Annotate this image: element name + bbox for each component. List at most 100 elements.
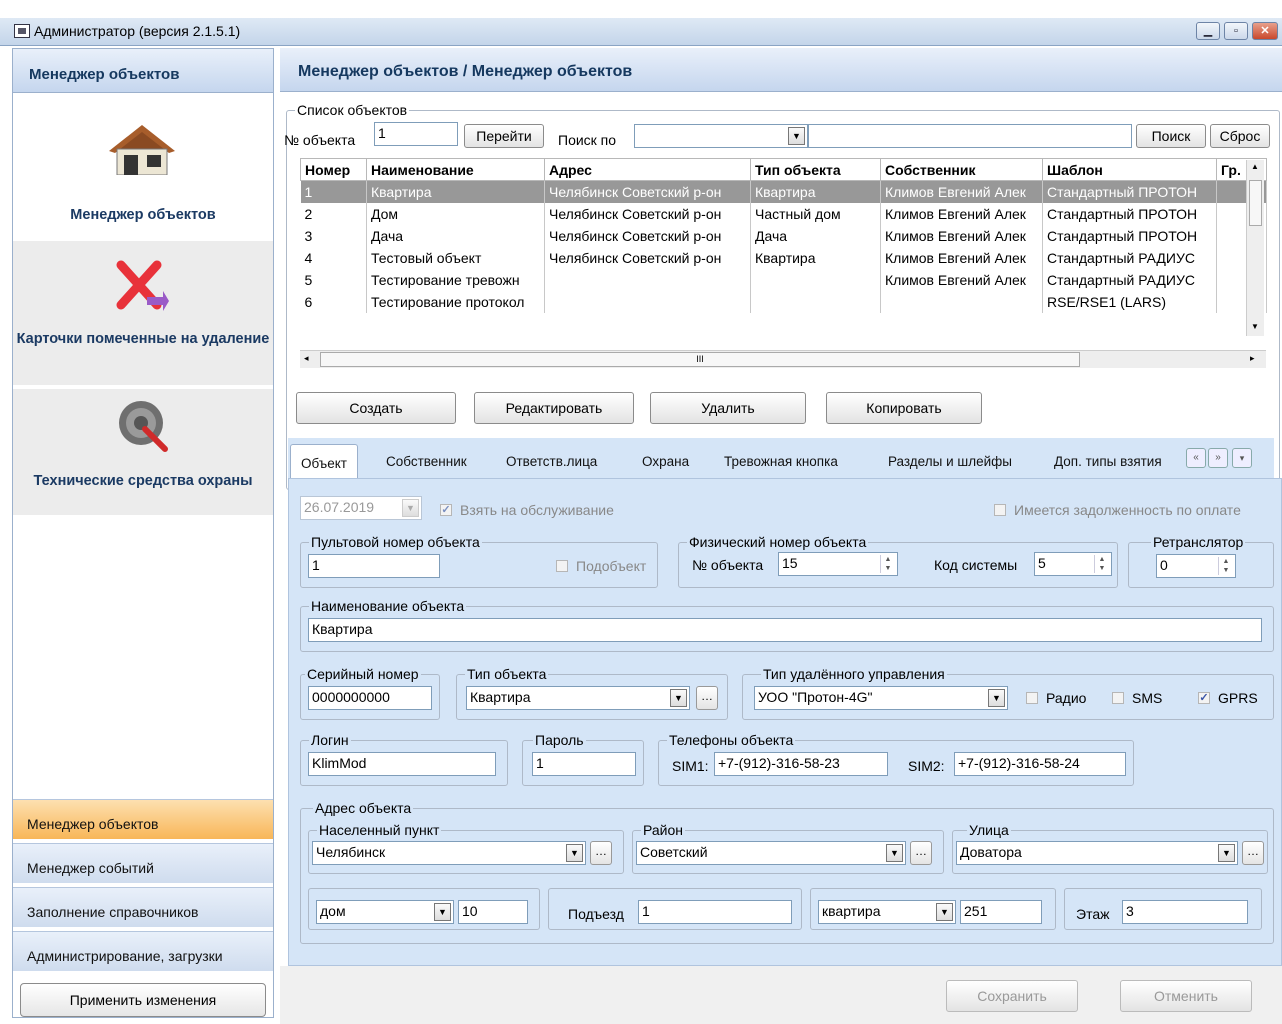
table-cell[interactable]: Тестирование тревожн (366, 268, 545, 291)
scroll-up-icon[interactable]: ▲ (1251, 162, 1259, 171)
entrance-input[interactable]: 1 (638, 900, 792, 924)
tab-zones[interactable]: Разделы и шлейфы (888, 444, 1012, 478)
table-cell[interactable]: 1 (300, 180, 367, 203)
apartment-number-input[interactable]: 251 (960, 900, 1042, 924)
spinner-arrows-icon[interactable]: ▲ ▼ (1094, 555, 1109, 573)
sim1-input[interactable]: +7-(912)-316-58-23 (714, 752, 888, 776)
table-cell[interactable]: Стандартный ПРОТОН (1042, 202, 1217, 225)
table-row[interactable]: 3 Дача Челябинск Советский р-он Дача Климов … (300, 224, 1267, 247)
edit-button[interactable]: Редактировать (474, 392, 634, 424)
table-cell[interactable]: Квартира (750, 180, 881, 203)
chevron-down-icon[interactable]: ▼ (988, 689, 1005, 707)
street-more-button[interactable]: … (1242, 841, 1264, 865)
apartment-type-select[interactable]: квартира ▼ (818, 900, 956, 924)
table-row[interactable]: 4 Тестовый объект Челябинск Советский р-он… (300, 246, 1267, 269)
table-cell[interactable]: Стандартный РАДИУС (1042, 246, 1217, 269)
table-cell[interactable]: Челябинск Советский р-он (544, 180, 751, 203)
table-cell[interactable] (750, 290, 881, 313)
column-header[interactable]: Тип объекта (750, 158, 881, 181)
object-type-select[interactable]: Квартира ▼ (466, 686, 690, 710)
city-more-button[interactable]: … (590, 841, 612, 865)
table-cell[interactable]: Климов Евгений Алек (880, 180, 1043, 203)
table-cell[interactable]: Тестовый объект (366, 246, 545, 269)
reset-button[interactable]: Сброс (1210, 124, 1270, 148)
chevron-down-icon[interactable]: ▼ (936, 903, 953, 921)
district-select[interactable]: Советский ▼ (636, 841, 906, 865)
tab-scroll-left-icon[interactable]: « (1186, 448, 1206, 468)
maximize-button[interactable]: ▫ (1224, 22, 1248, 40)
serial-input[interactable]: 0000000000 (308, 686, 432, 710)
column-header[interactable]: Собственник (880, 158, 1043, 181)
spinner-arrows-icon[interactable]: ▲ ▼ (1218, 557, 1233, 575)
table-cell[interactable]: Квартира (750, 246, 881, 269)
table-cell[interactable]: 6 (300, 290, 367, 313)
object-number-input[interactable]: 1 (374, 122, 458, 146)
table-cell[interactable]: Челябинск Советский р-он (544, 224, 751, 247)
object-name-input[interactable]: Квартира (308, 618, 1262, 642)
tab-security[interactable]: Охрана (642, 444, 689, 478)
table-cell[interactable]: 2 (300, 202, 367, 225)
close-button[interactable]: ✕ (1252, 22, 1278, 40)
house-type-select[interactable]: дом ▼ (316, 900, 454, 924)
nav-event-manager[interactable]: Менеджер событий (13, 843, 273, 883)
tab-panic-button[interactable]: Тревожная кнопка (724, 444, 838, 478)
district-more-button[interactable]: … (910, 841, 932, 865)
vertical-scrollbar[interactable]: ▲ ▼ (1246, 160, 1264, 336)
copy-button[interactable]: Копировать (826, 392, 982, 424)
table-cell[interactable]: RSE/RSE1 (LARS) (1042, 290, 1217, 313)
tab-object[interactable]: Объект (290, 444, 358, 478)
table-cell[interactable]: Стандартный РАДИУС (1042, 268, 1217, 291)
tab-scroll-right-icon[interactable]: » (1208, 448, 1228, 468)
cancel-button[interactable]: Отменить (1120, 980, 1252, 1012)
chevron-down-icon[interactable]: ▼ (434, 903, 451, 921)
save-button[interactable]: Сохранить (946, 980, 1078, 1012)
remote-control-select[interactable]: УОО "Протон-4G" ▼ (754, 686, 1008, 710)
tab-arming-types[interactable]: Доп. типы взятия (1054, 444, 1162, 478)
scroll-down-icon[interactable]: ▼ (1251, 322, 1259, 331)
chevron-down-icon[interactable]: ▼ (1218, 844, 1235, 862)
chevron-down-icon[interactable]: ▼ (566, 844, 583, 862)
system-code-spinner[interactable]: 5 ▲ ▼ (1034, 552, 1112, 576)
relay-spinner[interactable]: 0 ▲ ▼ (1156, 554, 1236, 578)
console-number-input[interactable]: 1 (308, 554, 440, 578)
table-cell[interactable] (880, 290, 1043, 313)
scroll-right-icon[interactable]: ▸ (1250, 353, 1255, 364)
sim2-input[interactable]: +7-(912)-316-58-24 (954, 752, 1126, 776)
horizontal-scrollbar[interactable]: ◂ III ▸ (300, 350, 1266, 368)
chevron-down-icon[interactable]: ▼ (788, 127, 805, 145)
search-button[interactable]: Поиск (1136, 124, 1206, 148)
delete-button[interactable]: Удалить (650, 392, 806, 424)
tab-responsible[interactable]: Ответств.лица (506, 444, 597, 478)
object-type-more-button[interactable]: … (696, 686, 718, 710)
tile-security-equipment[interactable]: Технические средства охраны (13, 389, 273, 515)
table-cell[interactable]: Дом (366, 202, 545, 225)
table-row[interactable]: 5 Тестирование тревожн Климов Евгений Алек… (300, 268, 1267, 291)
goto-button[interactable]: Перейти (464, 124, 544, 148)
minimize-button[interactable]: ▁ (1196, 22, 1220, 40)
table-row[interactable]: 6 Тестирование протокол RSE/RSE1 (LARS) (300, 290, 1267, 313)
column-header[interactable]: Шаблон (1042, 158, 1217, 181)
table-cell[interactable]: Климов Евгений Алек (880, 246, 1043, 269)
nav-directories[interactable]: Заполнение справочников (13, 887, 273, 927)
search-input[interactable] (808, 124, 1132, 148)
apply-changes-button[interactable]: Применить изменения (20, 983, 266, 1017)
password-input[interactable]: 1 (532, 752, 636, 776)
table-cell[interactable]: Стандартный ПРОТОН (1042, 224, 1217, 247)
nav-object-manager[interactable]: Менеджер объектов (13, 799, 273, 839)
table-cell[interactable]: 3 (300, 224, 367, 247)
tab-owner[interactable]: Собственник (386, 444, 467, 478)
chevron-down-icon[interactable]: ▼ (670, 689, 687, 707)
table-cell[interactable]: 4 (300, 246, 367, 269)
table-cell[interactable] (544, 290, 751, 313)
table-cell[interactable]: 5 (300, 268, 367, 291)
gprs-checkbox[interactable]: ✓ (1198, 692, 1210, 704)
tile-object-manager[interactable]: Менеджер объектов (13, 95, 273, 239)
column-header[interactable]: Номер (300, 158, 367, 181)
scroll-left-icon[interactable]: ◂ (304, 353, 309, 364)
table-cell[interactable]: Дача (750, 224, 881, 247)
table-cell[interactable] (750, 268, 881, 291)
table-cell[interactable]: Климов Евгений Алек (880, 224, 1043, 247)
column-header[interactable]: Наименование (366, 158, 545, 181)
table-cell[interactable]: Стандартный ПРОТОН (1042, 180, 1217, 203)
table-cell[interactable]: Квартира (366, 180, 545, 203)
